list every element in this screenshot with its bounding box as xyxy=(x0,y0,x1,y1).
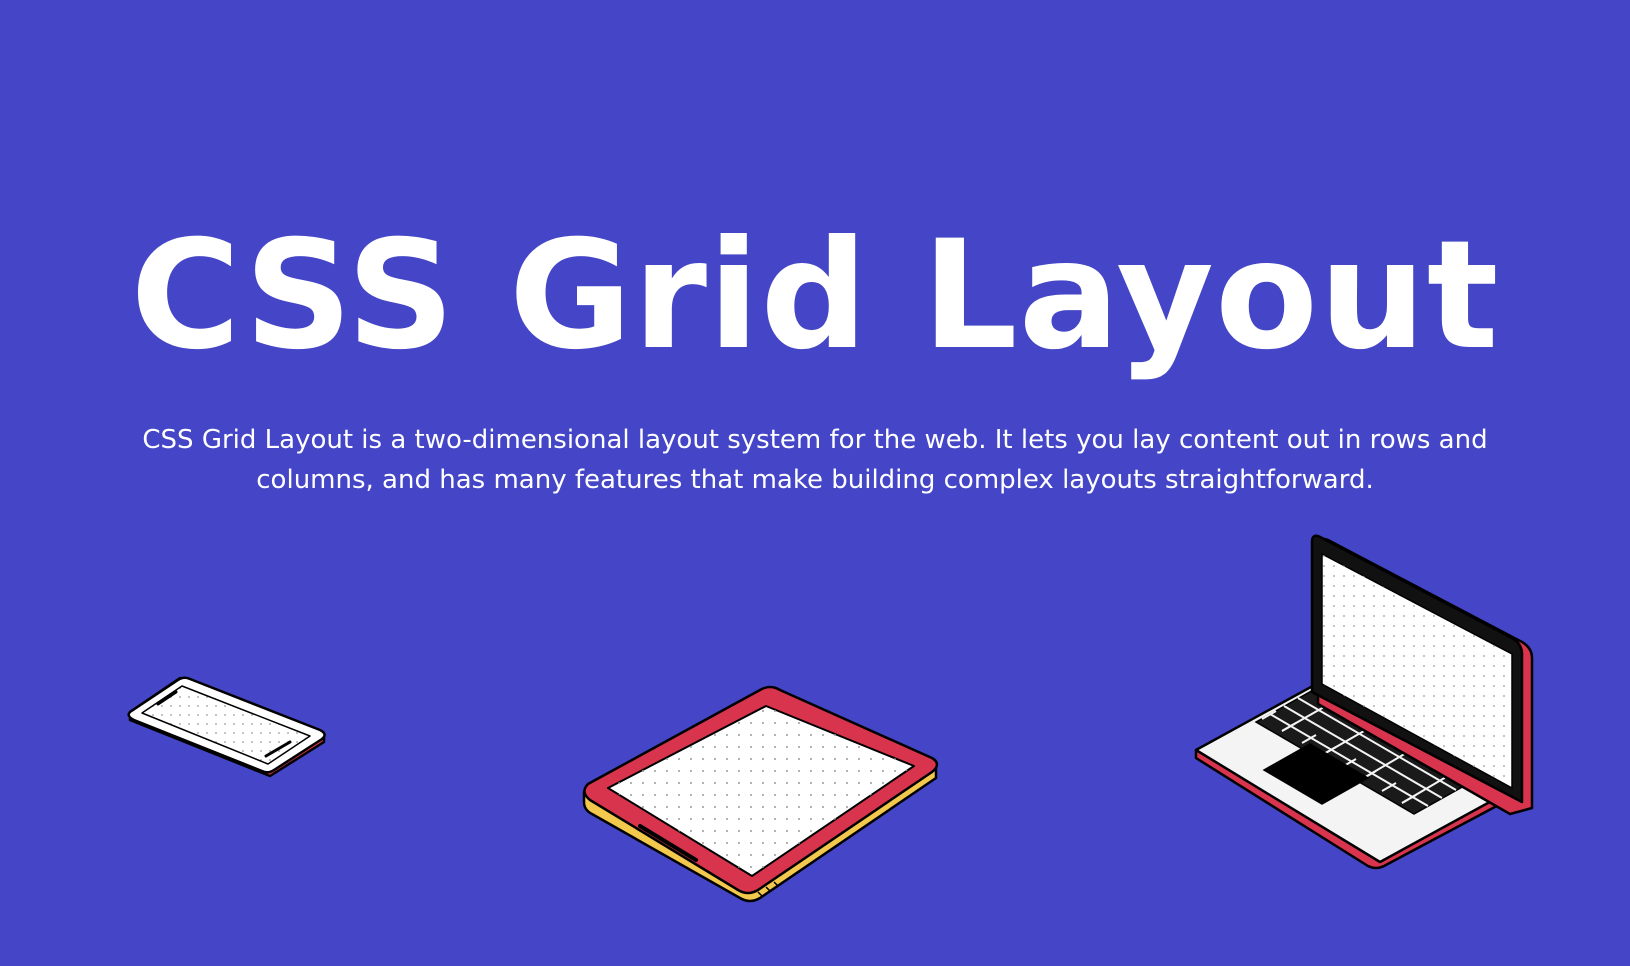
page-description: CSS Grid Layout is a two-dimensional lay… xyxy=(142,425,1488,495)
tablet-icon xyxy=(582,685,939,903)
laptop-icon xyxy=(1194,534,1534,870)
smartphone-icon xyxy=(127,676,326,778)
hero-slide: CSS Grid Layout CSS Grid Layout is a two… xyxy=(0,0,1630,966)
page-title: CSS Grid Layout xyxy=(130,209,1500,383)
